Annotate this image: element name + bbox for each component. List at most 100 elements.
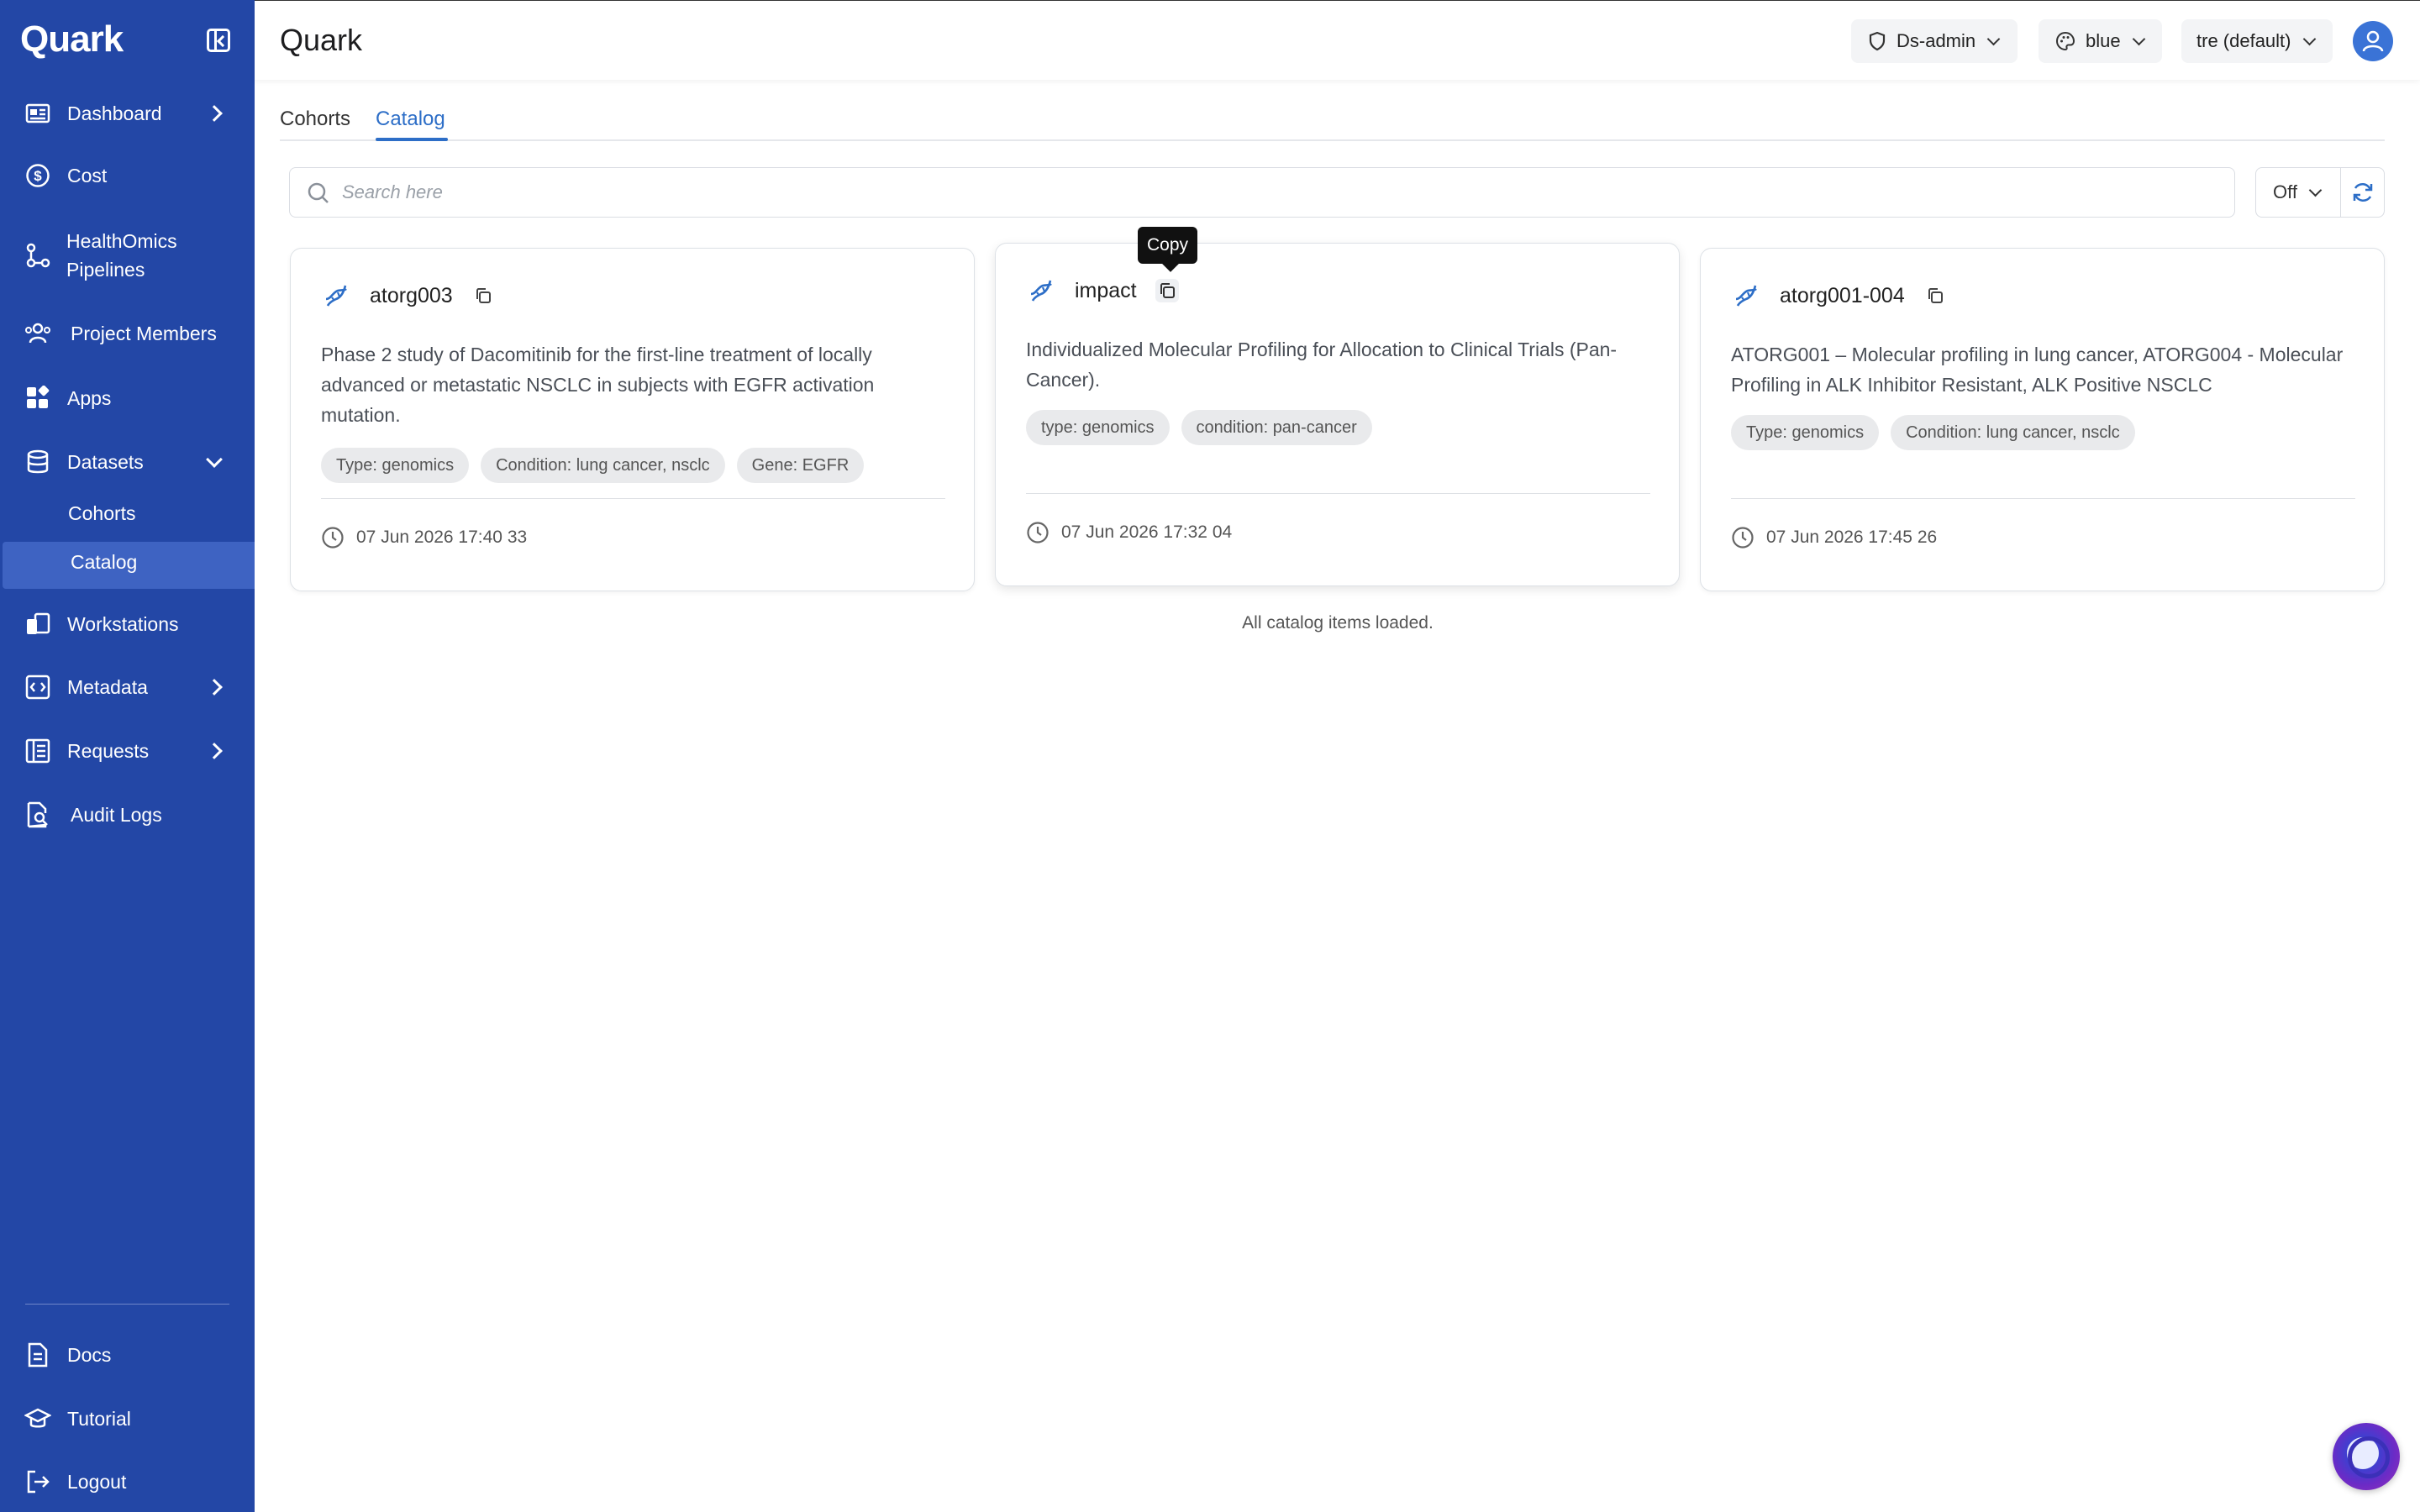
workspace-selector[interactable]: tre (default) [2181,19,2333,63]
tag-chip: Type: genomics [1731,415,1880,450]
card-date: 07 Jun 2026 17:32 04 [1061,522,1233,542]
sidebar-item-label: Docs [67,1344,112,1366]
tab-cohorts[interactable]: Cohorts [280,108,350,131]
load-status: All catalog items loaded. [1242,613,1434,633]
sidebar-item-metadata[interactable]: Metadata [0,673,255,701]
sidebar-item-label: Logout [67,1471,127,1493]
catalog-card[interactable]: atorg001-004 ATORG001 – Molecular profil… [1700,248,2385,591]
tag-chip: type: genomics [1026,410,1170,445]
sidebar-item-project-members[interactable]: Project Members [0,319,255,348]
copy-button[interactable] [1923,284,1947,307]
collapse-sidebar-icon[interactable] [207,29,230,52]
sidebar-item-label: Cost [67,165,108,186]
dna-icon [1030,280,1052,302]
role-selector[interactable]: Ds-admin [1851,19,2018,63]
card-divider [321,498,945,499]
sidebar-subitem-label: Cohorts [68,502,136,524]
clock-icon [322,527,344,549]
sidebar-subitem-cohorts[interactable]: Cohorts [0,493,255,540]
copy-button[interactable] [1155,279,1179,302]
chevron-right-icon [206,743,223,759]
chevron-down-icon [2302,32,2316,45]
card-header: impact [1026,274,1179,307]
file-search-icon [24,801,52,829]
filter-select[interactable]: Off [2256,168,2340,217]
sidebar-item-workstations[interactable]: Workstations [0,610,255,638]
filter-select-value: Off [2273,181,2297,202]
card-tags: Type: genomics Condition: lung cancer, n… [321,448,865,483]
sidebar-item-requests[interactable]: Requests [0,737,255,765]
sidebar-item-tutorial[interactable]: Tutorial [0,1404,255,1433]
dollar-circle-icon: $ [24,161,52,190]
chevron-down-icon [2308,183,2323,197]
chevron-down-icon [1986,32,2001,45]
sidebar-item-label: Dashboard [67,102,162,124]
catalog-card[interactable]: impact Individualized Molecular Profilin… [995,243,1680,586]
catalog-card[interactable]: atorg003 Phase 2 study of Dacomitinib fo… [290,248,975,591]
sidebar: Quark Dashboard $ Cost HealthOmics Pipel… [0,0,255,1512]
search-input[interactable] [342,168,2191,217]
theme-selector-value: blue [2086,30,2121,51]
card-description: ATORG001 – Molecular profiling in lung c… [1731,344,2344,396]
tag-chip: Type: genomics [321,448,470,483]
workstation-icon [24,610,52,638]
tag-chip: Gene: EGFR [736,448,865,483]
chevron-right-icon [206,105,223,122]
sidebar-item-audit-logs[interactable]: Audit Logs [0,801,255,829]
users-icon [24,319,52,348]
copy-icon [1160,283,1175,298]
sidebar-item-label: Metadata [67,676,148,698]
chevron-down-icon [2132,32,2145,45]
tab-catalog[interactable]: Catalog [376,108,445,131]
search-box [289,167,2235,218]
user-avatar[interactable] [2353,21,2393,61]
tag-chip: Condition: lung cancer, nsclc [481,448,725,483]
sidebar-subitem-label: Catalog [71,551,138,573]
refresh-button[interactable] [2340,168,2385,217]
code-icon [24,673,52,701]
sidebar-subitem-catalog[interactable]: Catalog [3,542,255,589]
graduation-cap-icon [24,1404,52,1433]
dashboard-icon [24,99,52,128]
sidebar-item-label: Project Members [71,323,217,344]
sidebar-item-healthomics-pipelines[interactable]: HealthOmics Pipelines [0,227,255,284]
card-description: Individualized Molecular Profiling for A… [1026,339,1618,391]
top-header: Quark Ds-admin blue tre (default) [255,0,2420,80]
user-icon [2362,30,2384,52]
sidebar-item-cost[interactable]: $ Cost [0,161,255,190]
apps-icon [24,384,52,412]
theme-selector[interactable]: blue [2039,19,2162,63]
assistant-button[interactable] [2333,1423,2400,1490]
sidebar-divider [25,1304,229,1305]
chevron-down-icon [206,451,223,468]
copy-button[interactable] [471,284,495,307]
sidebar-item-logout[interactable]: Logout [0,1467,255,1496]
card-divider [1026,493,1650,494]
dna-icon [325,285,347,307]
copy-icon [476,288,491,303]
active-tab-indicator [376,138,448,141]
sidebar-item-label: HealthOmics Pipelines [66,230,177,281]
card-tags: Type: genomics Condition: lung cancer, n… [1731,415,2135,450]
sidebar-item-label: Tutorial [67,1408,131,1430]
sidebar-item-apps[interactable]: Apps [0,384,255,412]
brand-logo: Quark [20,18,124,60]
search-icon [308,182,329,203]
workspace-selector-value: tre (default) [2196,30,2291,51]
sidebar-item-label: Audit Logs [71,804,162,826]
card-date: 07 Jun 2026 17:45 26 [1766,528,1938,547]
sidebar-item-docs[interactable]: Docs [0,1341,255,1369]
card-title: impact [1075,278,1137,302]
sidebar-item-dashboard[interactable]: Dashboard [0,99,255,128]
copy-tooltip: Copy [1138,227,1198,264]
chevron-right-icon [206,679,223,696]
card-header: atorg003 [321,279,495,312]
card-header: atorg001-004 [1731,279,1947,312]
card-title: atorg001-004 [1780,283,1905,307]
card-description: Phase 2 study of Dacomitinib for the fir… [321,344,875,426]
logout-icon [24,1467,52,1496]
list-icon [24,737,52,765]
sidebar-item-datasets[interactable]: Datasets [0,448,255,476]
card-timestamp: 07 Jun 2026 17:45 26 [1731,526,1937,549]
card-timestamp: 07 Jun 2026 17:40 33 [321,526,527,549]
